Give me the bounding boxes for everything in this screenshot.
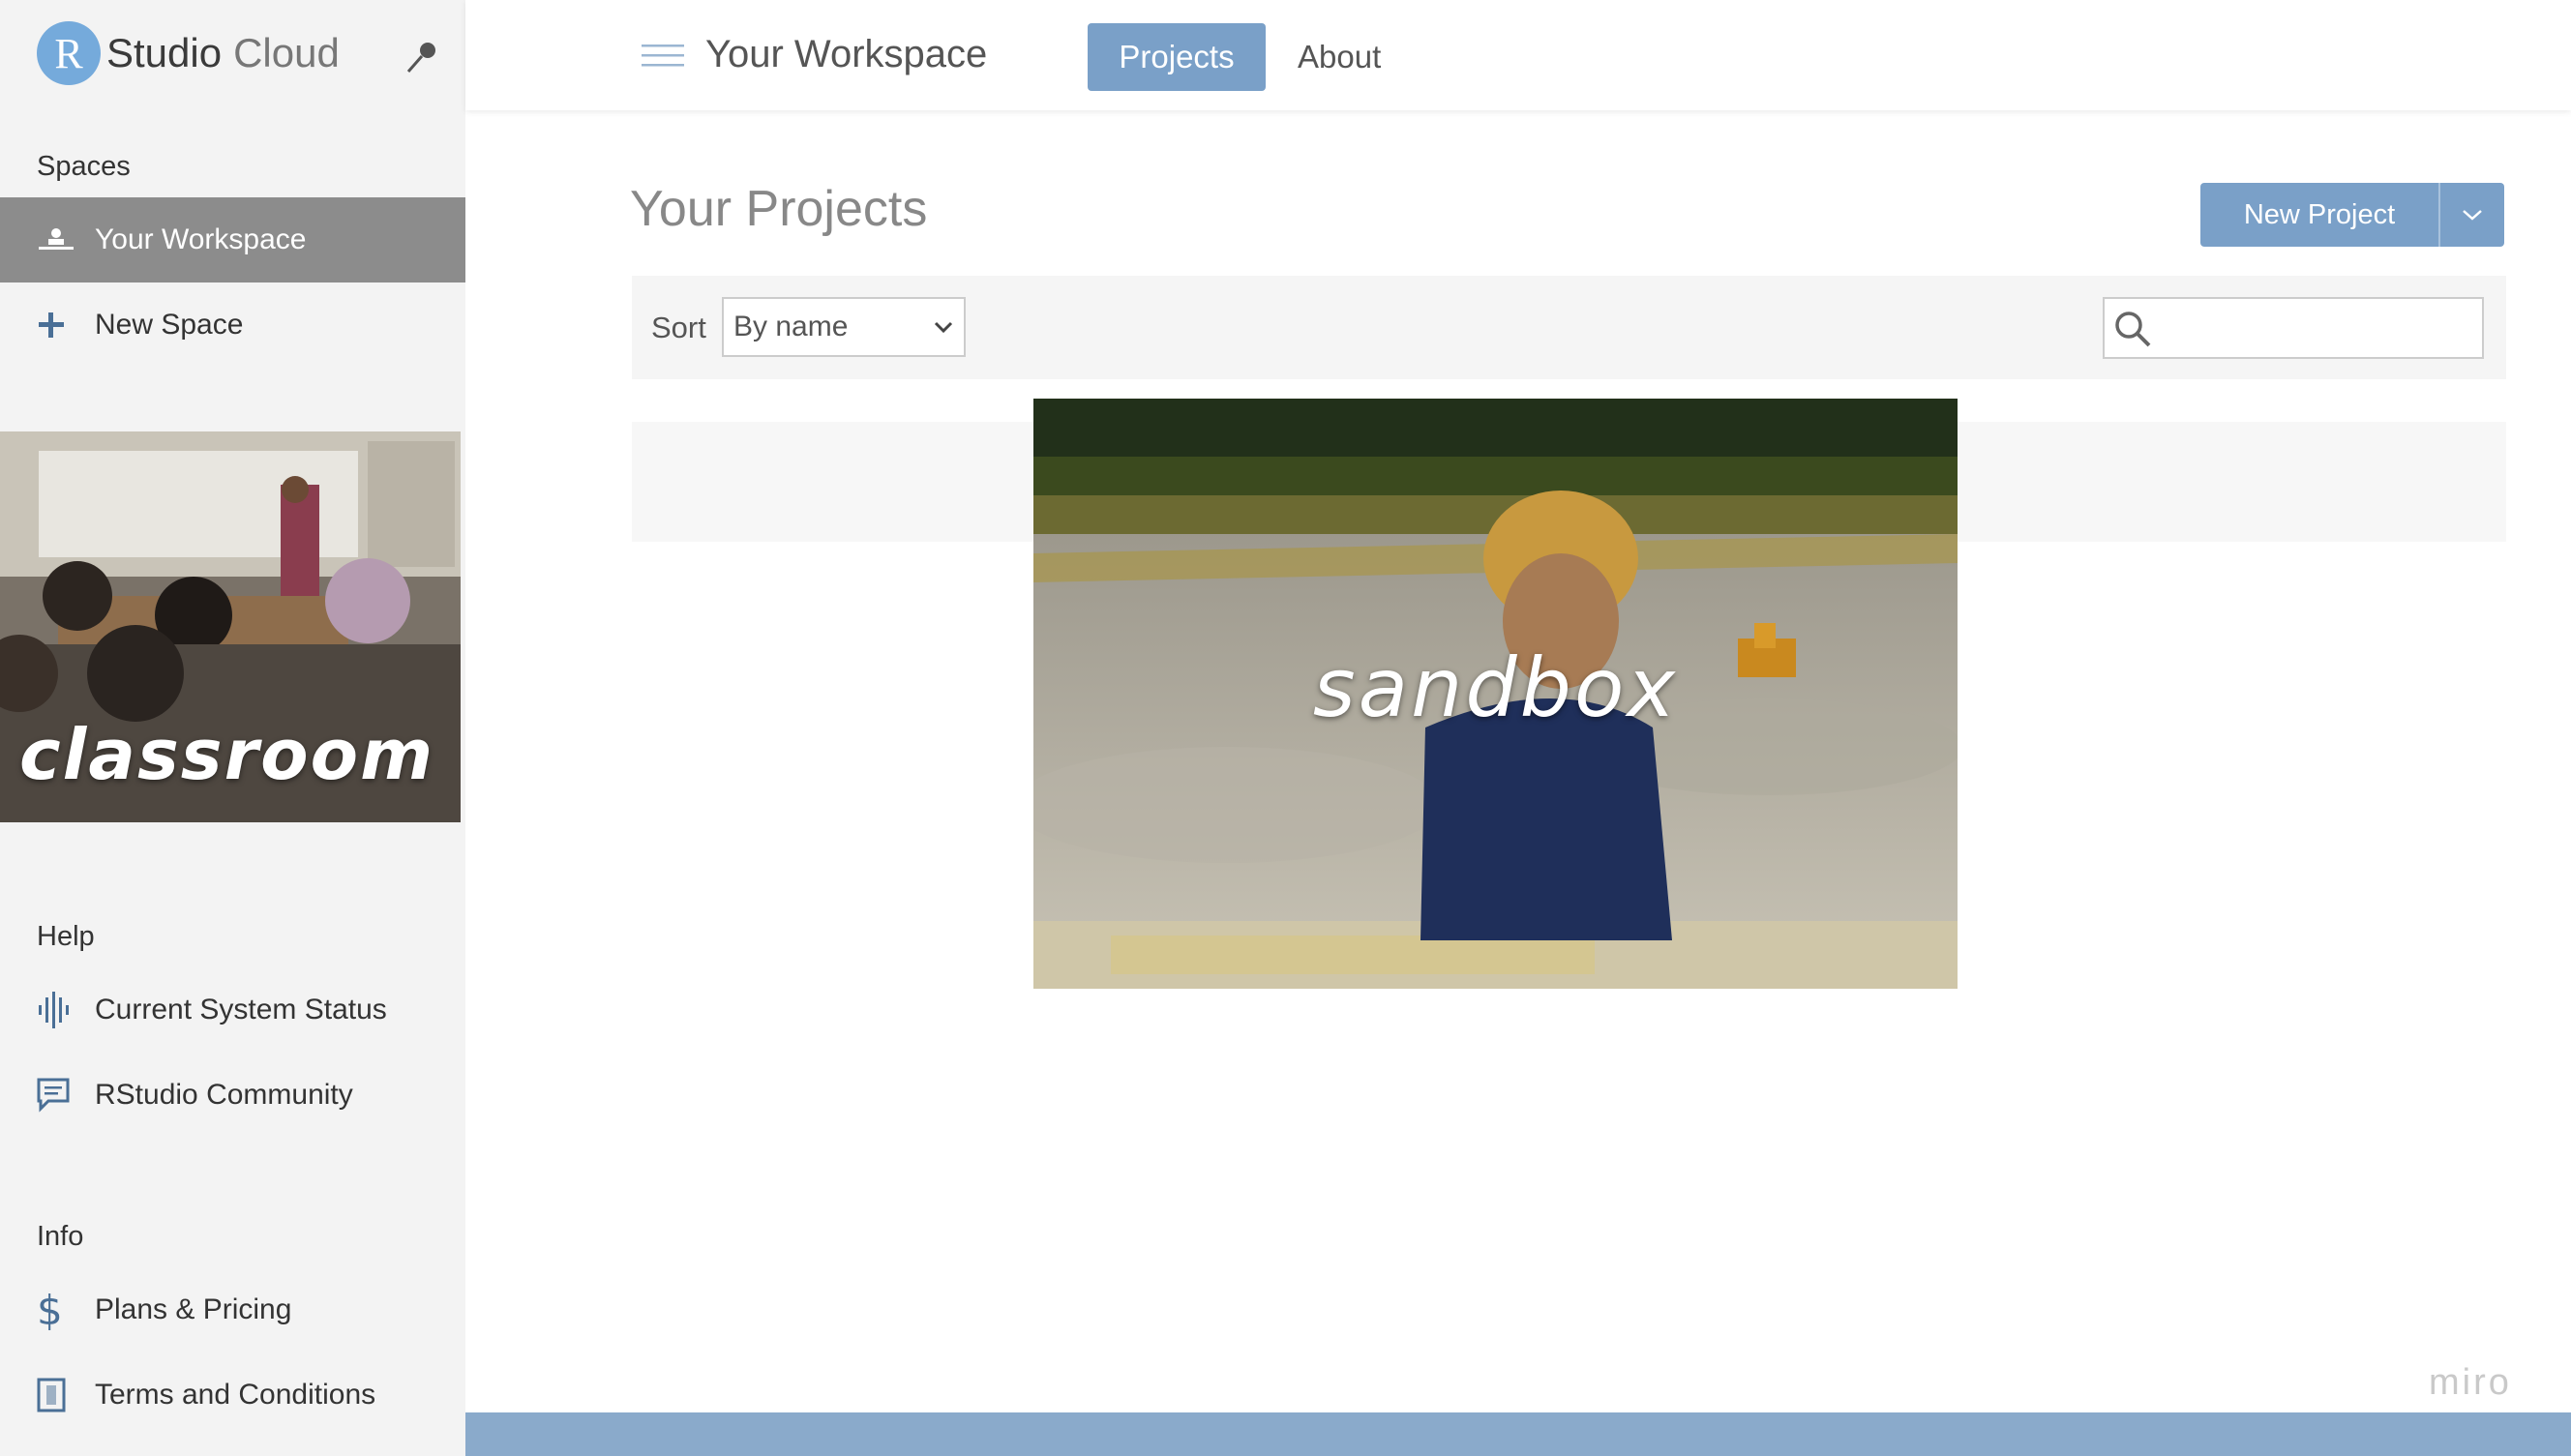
- page-title: Your Projects: [630, 181, 928, 237]
- sidebar: R Studio Cloud Spaces Your Workspace New…: [0, 0, 465, 1456]
- new-project-dropdown-button[interactable]: [2438, 183, 2504, 247]
- sidebar-item-label: Plans & Pricing: [95, 1293, 292, 1325]
- sidebar-item-plans-pricing[interactable]: $ Plans & Pricing: [0, 1267, 465, 1352]
- miro-watermark: miro: [2429, 1362, 2512, 1403]
- plus-icon: [37, 311, 95, 340]
- search-input[interactable]: [2103, 297, 2484, 359]
- sidebar-item-label: Terms and Conditions: [95, 1379, 376, 1411]
- rstudio-cloud-logo[interactable]: R Studio Cloud: [37, 21, 340, 85]
- document-icon: [37, 1378, 95, 1412]
- sidebar-item-system-status[interactable]: Current System Status: [0, 967, 465, 1053]
- classroom-promo-banner[interactable]: classroom: [0, 431, 461, 822]
- projects-toolbar: Sort By name: [632, 276, 2506, 379]
- workspace-title: Your Workspace: [705, 33, 988, 75]
- sort-select[interactable]: By name: [722, 297, 966, 357]
- sidebar-item-terms[interactable]: Terms and Conditions: [0, 1352, 465, 1438]
- spaces-label: Spaces: [37, 151, 131, 182]
- top-bar: Your Workspace Projects About: [465, 0, 2571, 110]
- new-project-button[interactable]: New Project: [2200, 183, 2438, 247]
- sidebar-item-label: RStudio Community: [95, 1079, 353, 1111]
- sidebar-item-label: New Space: [95, 309, 244, 341]
- sort-selected-value: By name: [733, 311, 849, 342]
- tab-about[interactable]: About: [1298, 23, 1381, 91]
- footer-bar: [465, 1412, 2571, 1456]
- dollar-icon: $: [37, 1286, 63, 1334]
- hamburger-menu-icon[interactable]: [642, 45, 684, 68]
- classroom-text: classroom: [19, 714, 435, 795]
- chevron-down-icon: [934, 321, 953, 334]
- sort-label: Sort: [651, 311, 706, 344]
- workspace-icon: [37, 225, 95, 254]
- sidebar-item-new-space[interactable]: New Space: [0, 282, 465, 368]
- chevron-down-icon: [2463, 210, 2482, 221]
- help-label: Help: [37, 921, 95, 952]
- chat-icon: [37, 1078, 95, 1113]
- search-icon: [2115, 312, 2151, 347]
- sidebar-item-your-workspace[interactable]: Your Workspace: [0, 197, 465, 282]
- sidebar-item-label: Your Workspace: [95, 223, 307, 255]
- sidebar-item-rstudio-community[interactable]: RStudio Community: [0, 1053, 465, 1138]
- new-project-split-button: New Project: [2200, 183, 2504, 247]
- tab-projects[interactable]: Projects: [1088, 23, 1266, 91]
- logo-cloud-text: Cloud: [233, 30, 340, 75]
- sidebar-item-label: Current System Status: [95, 994, 387, 1025]
- info-label: Info: [37, 1221, 84, 1252]
- sandbox-text: sandbox: [1312, 640, 1679, 735]
- pulse-icon: [37, 992, 95, 1028]
- pin-icon[interactable]: [403, 37, 441, 75]
- sandbox-overlay-image[interactable]: sandbox: [1033, 399, 1958, 989]
- r-logo-icon: R: [37, 21, 101, 85]
- logo-studio-text: Studio: [106, 30, 223, 75]
